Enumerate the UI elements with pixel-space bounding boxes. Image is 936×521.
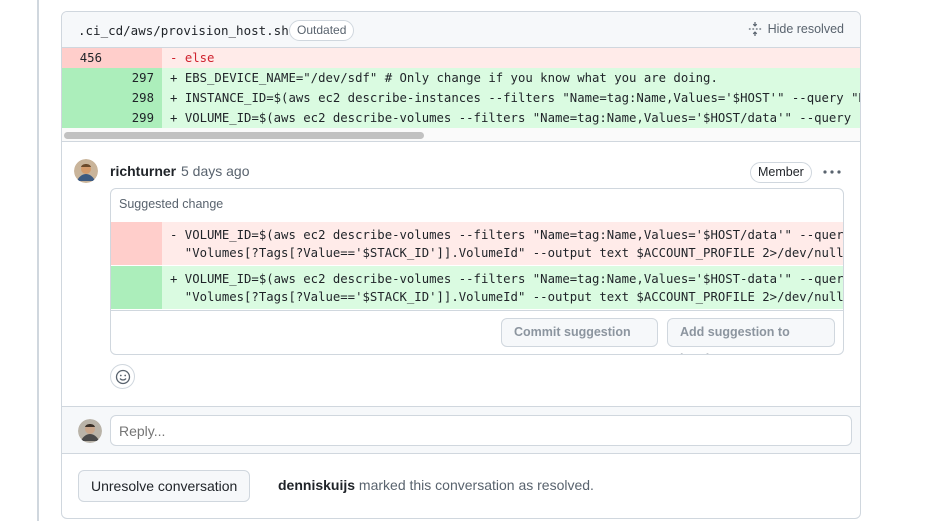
- added-line-2: "Volumes[?Tags[?Value=='$STACK_ID']].Vol…: [170, 290, 844, 304]
- diff-code: VOLUME_ID=$(aws ec2 describe-volumes --f…: [184, 111, 860, 125]
- add-reaction-button[interactable]: [110, 364, 135, 389]
- kebab-horizontal-icon: [823, 170, 841, 174]
- new-line-number[interactable]: 297: [112, 68, 162, 88]
- current-user-avatar[interactable]: [78, 419, 102, 443]
- added-line-1: + VOLUME_ID=$(aws ec2 describe-volumes -…: [170, 272, 844, 286]
- reply-area: [62, 406, 860, 454]
- diff-sign: +: [170, 91, 178, 105]
- smiley-icon: [115, 369, 130, 384]
- suggestion-removed-line: - VOLUME_ID=$(aws ec2 describe-volumes -…: [111, 222, 843, 265]
- resolution-bar: Unresolve conversation denniskuijs marke…: [62, 454, 860, 518]
- diff-line: 456 - else: [62, 48, 860, 68]
- comment-author[interactable]: richturner: [110, 163, 176, 179]
- file-header: .ci_cd/aws/provision_host.sh Outdated Hi…: [62, 12, 860, 48]
- diff-code: INSTANCE_ID=$(aws ec2 describe-instances…: [184, 91, 860, 105]
- new-line-number[interactable]: 298: [112, 88, 162, 108]
- outdated-badge: Outdated: [289, 20, 355, 41]
- review-thread-card: .ci_cd/aws/provision_host.sh Outdated Hi…: [61, 11, 861, 519]
- suggestion-actions: Commit suggestion Add suggestion to batc…: [111, 310, 843, 354]
- hide-resolved-label: Hide resolved: [767, 22, 844, 36]
- diff-line: 298 + INSTANCE_ID=$(aws ec2 describe-ins…: [62, 88, 860, 108]
- hide-resolved-button[interactable]: Hide resolved: [748, 22, 844, 36]
- suggestion-added-line: + VOLUME_ID=$(aws ec2 describe-volumes -…: [111, 266, 843, 309]
- resolved-status: denniskuijs marked this conversation as …: [278, 477, 594, 493]
- review-comment: richturner 5 days ago Member Suggested c…: [62, 143, 860, 406]
- more-options-button[interactable]: [821, 163, 843, 181]
- diff-sign: +: [170, 71, 178, 85]
- old-line-number[interactable]: 456: [62, 48, 112, 68]
- diff-sign: +: [170, 111, 178, 125]
- suggested-change: Suggested change - VOLUME_ID=$(aws ec2 d…: [110, 188, 844, 355]
- diff-line: 297 + EBS_DEVICE_NAME="/dev/sdf" # Only …: [62, 68, 860, 88]
- diff-view: 456 - else 297 + EBS_DEVICE_NAME="/dev/s…: [62, 48, 860, 128]
- removed-line-1: - VOLUME_ID=$(aws ec2 describe-volumes -…: [170, 228, 844, 242]
- avatar[interactable]: [74, 159, 98, 183]
- old-line-number[interactable]: [62, 68, 112, 88]
- diff-sign: -: [170, 51, 178, 65]
- diff-code: else: [184, 51, 215, 65]
- timeline-line: [37, 0, 39, 521]
- new-line-number[interactable]: 299: [112, 108, 162, 128]
- removed-line-2: "Volumes[?Tags[?Value=='$STACK_ID']].Vol…: [170, 246, 844, 260]
- suggested-change-title: Suggested change: [119, 197, 224, 211]
- comment-timestamp[interactable]: 5 days ago: [181, 163, 250, 179]
- diff-line: 299 + VOLUME_ID=$(aws ec2 describe-volum…: [62, 108, 860, 128]
- resolved-message: marked this conversation as resolved.: [358, 477, 594, 493]
- scrollbar-thumb[interactable]: [64, 132, 424, 139]
- diff-code: EBS_DEVICE_NAME="/dev/sdf" # Only change…: [184, 71, 718, 85]
- horizontal-scrollbar[interactable]: [62, 128, 860, 142]
- old-line-number[interactable]: [62, 88, 112, 108]
- unresolve-conversation-button[interactable]: Unresolve conversation: [78, 470, 251, 502]
- resolved-by-user[interactable]: denniskuijs: [278, 477, 355, 493]
- commit-suggestion-button[interactable]: Commit suggestion: [501, 318, 658, 347]
- member-badge: Member: [750, 162, 812, 183]
- add-to-batch-label: Add suggestion to batch: [680, 325, 790, 354]
- commit-suggestion-label: Commit suggestion: [514, 325, 631, 339]
- old-line-number[interactable]: [62, 108, 112, 128]
- reply-input[interactable]: [110, 415, 852, 446]
- file-path[interactable]: .ci_cd/aws/provision_host.sh: [78, 23, 289, 38]
- new-line-number[interactable]: [112, 48, 162, 68]
- fold-icon: [748, 22, 761, 36]
- add-to-batch-button[interactable]: Add suggestion to batch: [667, 318, 835, 354]
